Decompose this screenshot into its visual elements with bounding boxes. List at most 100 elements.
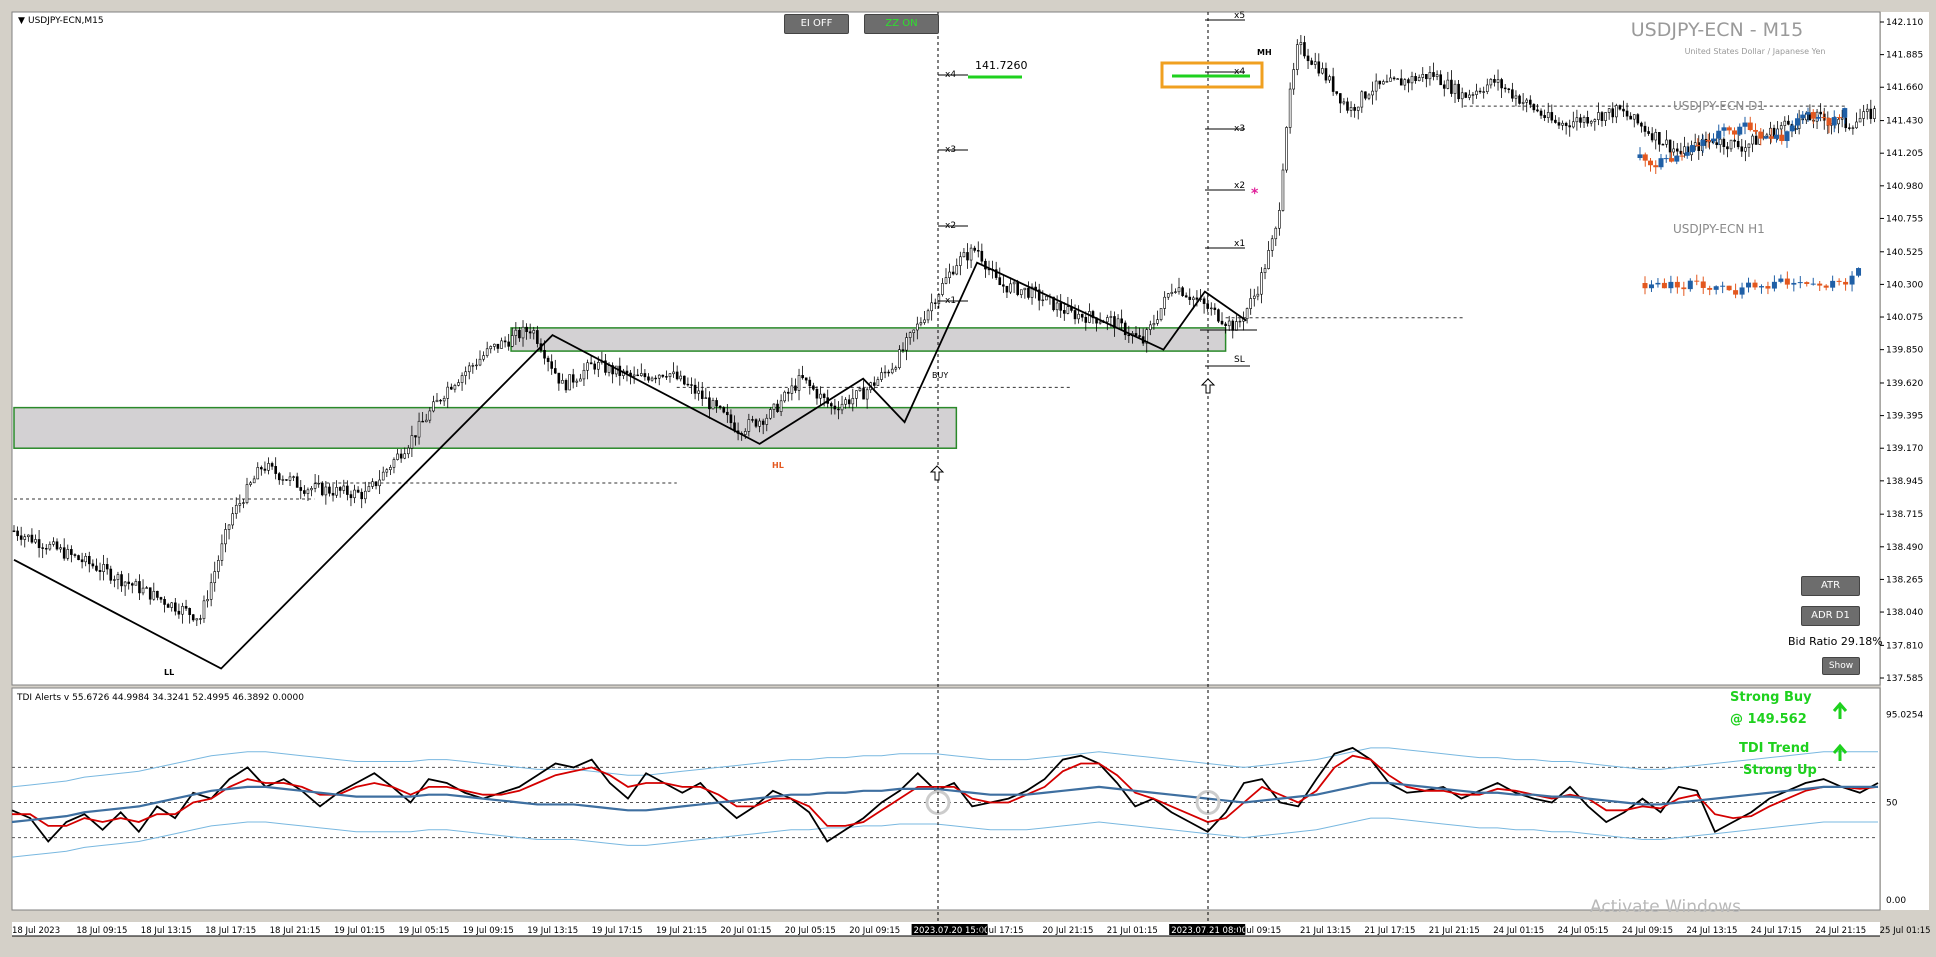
candle-body [457, 382, 460, 386]
candle-body [52, 541, 55, 545]
mini-candle [1816, 117, 1821, 119]
mini-candle [1837, 117, 1842, 119]
candle-body [948, 271, 951, 278]
candle-body [822, 393, 826, 398]
candle-body [672, 371, 675, 375]
candle-body [1127, 334, 1131, 337]
candle-body [1579, 117, 1582, 123]
candle-body [790, 385, 794, 394]
adr-d1-button[interactable]: ADR D1 [1801, 606, 1860, 626]
candle-body [905, 337, 908, 351]
candle-body [450, 386, 453, 390]
time-tick-label: 19 Jul 21:15 [656, 926, 707, 936]
candle-body [1392, 77, 1396, 80]
mini-candle [1742, 122, 1748, 127]
candle-body [95, 565, 98, 571]
mini-candle [1789, 125, 1795, 132]
candle-body [1432, 72, 1435, 77]
candle-body [1550, 112, 1554, 121]
candle-body [414, 435, 417, 438]
candle-body [840, 403, 844, 411]
candle-body [1364, 91, 1367, 99]
chart-canvas: USDJPY-ECN - M15 United States Dollar / … [11, 11, 1931, 937]
candle-body [306, 489, 310, 494]
candle-body [528, 331, 532, 334]
candle-body [1378, 80, 1382, 85]
candle-body [797, 375, 801, 391]
mini-candle [1849, 275, 1855, 285]
candle-body [156, 590, 159, 598]
candle-body [263, 468, 267, 471]
candle-body [407, 447, 410, 455]
candle-body [123, 581, 127, 587]
price-tick-label: 140.300 [1886, 280, 1923, 290]
candle-body [16, 530, 19, 537]
time-tick-label: 24 Jul 17:15 [1751, 926, 1802, 936]
atr-button[interactable]: ATR [1801, 576, 1860, 596]
ei-toggle-button[interactable]: EI OFF [784, 14, 849, 34]
candle-body [1503, 87, 1507, 90]
candle-body [141, 587, 145, 594]
mini-candle [1752, 282, 1758, 288]
candle-body [1209, 307, 1213, 310]
candle-body [804, 377, 808, 381]
candle-body [1539, 110, 1543, 116]
candle-body [553, 368, 557, 374]
level-x1-right: x1 [1234, 239, 1245, 249]
candle-body [267, 463, 270, 471]
candle-body [120, 574, 123, 587]
candle-body [1163, 296, 1166, 309]
candle-body [1607, 108, 1611, 113]
candle-body [1546, 112, 1550, 118]
candle-body [607, 365, 611, 373]
candle-body [1575, 117, 1579, 123]
mh-label: MH [1257, 48, 1272, 57]
candle-body [1568, 125, 1572, 128]
candle-body [1235, 321, 1238, 331]
candle-body [1722, 138, 1726, 148]
candle-body [1256, 293, 1260, 297]
candle-body [636, 374, 640, 377]
candle-body [1084, 316, 1088, 323]
candle-body [675, 371, 679, 380]
candle-body [159, 597, 163, 600]
candle-body [1174, 291, 1177, 293]
candle-body [765, 417, 769, 425]
chevron-down-icon[interactable]: ▼ [18, 16, 25, 26]
candle-body [668, 373, 672, 377]
candle-body [1525, 99, 1529, 103]
signal-strong-buy-price: @ 149.562 [1730, 712, 1807, 727]
zz-toggle-button[interactable]: ZZ ON [864, 14, 939, 34]
candle-body [432, 401, 435, 412]
candle-body [277, 473, 281, 481]
candle-body [460, 375, 464, 383]
mini-candle [1771, 281, 1777, 289]
candle-body [1249, 298, 1252, 309]
candle-body [722, 407, 726, 413]
candle-body [779, 400, 783, 412]
candle-body [1295, 44, 1299, 70]
candle-body [887, 371, 890, 374]
candle-body [1385, 81, 1389, 83]
candle-body [453, 385, 457, 390]
mini-d1-label: USDJPY-ECN D1 [1673, 99, 1765, 113]
candle-body [1009, 283, 1012, 293]
candle-body [1080, 313, 1084, 318]
candle-body [1528, 99, 1532, 105]
candle-body [439, 399, 442, 402]
candle-body [1374, 80, 1378, 92]
time-tick-label: 19 Jul 13:15 [527, 926, 578, 936]
candle-body [1665, 139, 1668, 145]
candle-body [679, 375, 683, 380]
watermark-subtitle: United States Dollar / Japanese Yen [1685, 47, 1826, 56]
candle-body [1873, 108, 1876, 119]
candle-body [98, 570, 102, 572]
candle-body [174, 602, 177, 612]
show-button[interactable]: Show [1822, 657, 1860, 675]
candle-body [984, 260, 987, 270]
candle-body [1041, 299, 1045, 302]
candle-body [1396, 78, 1399, 80]
candle-body [726, 411, 729, 416]
time-tick-label: 24 Jul 09:15 [1622, 926, 1673, 936]
candle-body [865, 389, 869, 400]
